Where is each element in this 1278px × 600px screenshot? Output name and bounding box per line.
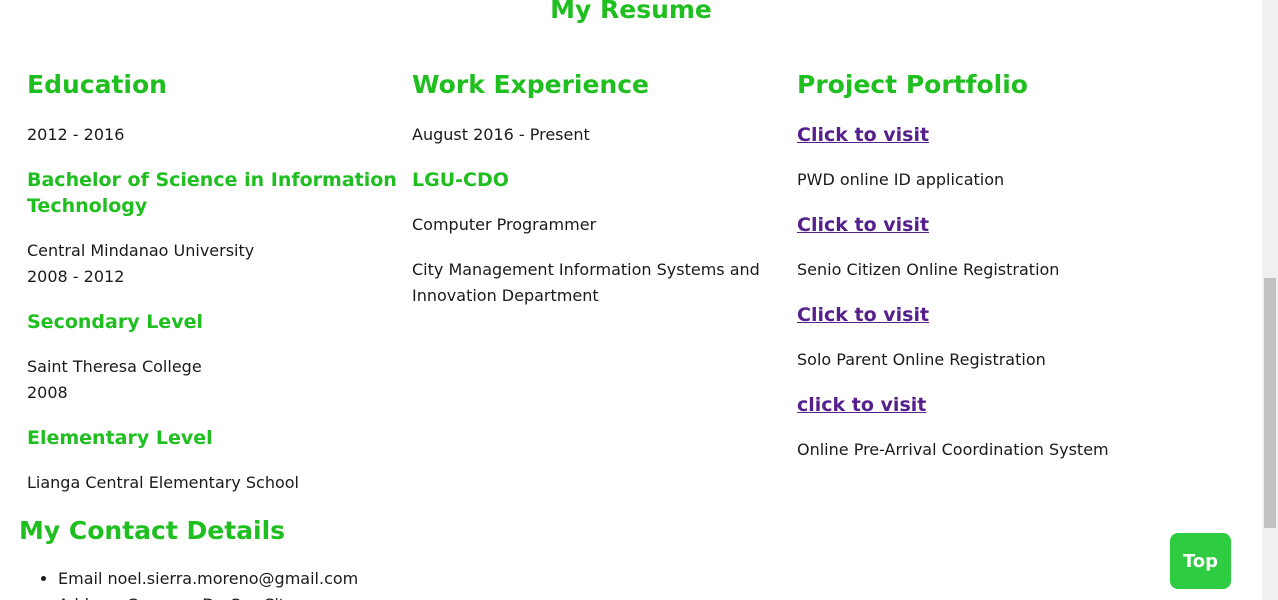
project-name-senior-citizen: Senio Citizen Online Registration [797, 260, 1060, 279]
contact-address: Address Cagayan De Oro City [58, 592, 619, 600]
work-period: August 2016 - Present [412, 125, 590, 144]
secondary-school: Saint Theresa College [27, 357, 202, 376]
project-link-pwd[interactable]: Click to visit [797, 122, 1169, 148]
project-name-solo-parent: Solo Parent Online Registration [797, 350, 1046, 369]
college-years: 2008 - 2012 [27, 267, 125, 286]
secondary-years: 2008 [27, 383, 68, 402]
scrollbar-thumb[interactable] [1264, 278, 1276, 528]
work-position: Computer Programmer [412, 215, 597, 234]
college-school: Central Mindanao University [27, 241, 255, 260]
work-employer: LGU-CDO [412, 169, 509, 191]
project-name-pre-arrival: Online Pre-Arrival Coordination System [797, 440, 1109, 459]
college-degree: Bachelor of Science in Information Techn… [27, 169, 397, 217]
project-portfolio-heading: Project Portfolio [797, 70, 1028, 99]
education-section: Education 2012 - 2016 Bachelor of Scienc… [27, 68, 399, 515]
project-portfolio-section: Project Portfolio Click to visit PWD onl… [797, 68, 1169, 482]
education-heading: Education [27, 70, 167, 99]
project-link-solo-parent[interactable]: Click to visit [797, 302, 1169, 328]
resume-page: My Resume Education 2012 - 2016 Bachelor… [0, 0, 1262, 600]
elementary-level-heading: Elementary Level [27, 427, 213, 449]
secondary-level-heading: Secondary Level [27, 311, 203, 333]
contact-heading: My Contact Details [19, 516, 286, 545]
work-department: City Management Information Systems and … [412, 260, 760, 305]
work-experience-heading: Work Experience [412, 70, 649, 99]
contact-list: Email noel.sierra.moreno@gmail.com Addre… [19, 566, 619, 600]
back-to-top-button[interactable]: Top [1170, 533, 1231, 589]
project-link-senior-citizen[interactable]: Click to visit [797, 212, 1169, 238]
education-years: 2012 - 2016 [27, 125, 125, 144]
college-entry: Central Mindanao University 2008 - 2012 [27, 238, 399, 290]
elementary-school: Lianga Central Elementary School [27, 473, 299, 492]
contact-section: My Contact Details Email noel.sierra.mor… [19, 514, 619, 600]
page-title: My Resume [550, 0, 712, 24]
vertical-scrollbar[interactable] [1262, 0, 1278, 600]
project-name-pwd: PWD online ID application [797, 170, 1005, 189]
secondary-entry: Saint Theresa College 2008 [27, 354, 399, 406]
project-link-pre-arrival[interactable]: click to visit [797, 392, 1169, 418]
work-experience-section: Work Experience August 2016 - Present LG… [412, 68, 784, 328]
contact-email: Email noel.sierra.moreno@gmail.com [58, 566, 619, 592]
